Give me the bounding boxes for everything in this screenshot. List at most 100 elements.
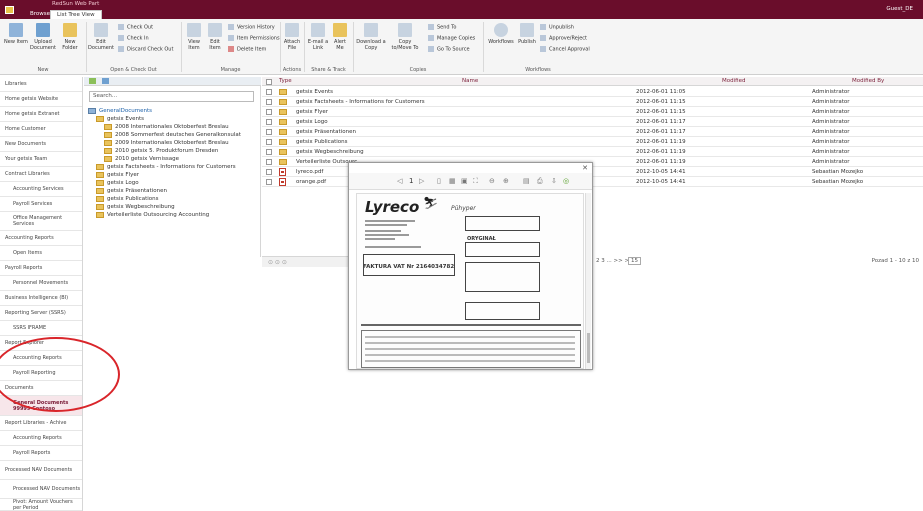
filter-icon[interactable] xyxy=(102,78,109,84)
approve-reject-button[interactable]: Approve/Reject xyxy=(540,35,587,42)
delete-item-button[interactable]: Delete Item xyxy=(228,46,266,53)
nav-libraries[interactable]: Libraries xyxy=(0,77,82,92)
check-in-button[interactable]: Check In xyxy=(118,35,149,42)
tree-node-root[interactable]: GeneralDocuments xyxy=(88,107,152,115)
edit-document-button[interactable]: Edit Document xyxy=(88,23,114,51)
tree-node[interactable]: 2010 getsix Vernissage xyxy=(104,155,179,163)
publish-button[interactable]: Publish xyxy=(517,23,537,45)
version-history-button[interactable]: Version History xyxy=(228,24,275,31)
go-to-source-button[interactable]: Go To Source xyxy=(428,46,470,53)
nav-your-team[interactable]: Your getsix Team xyxy=(0,152,82,167)
attach-file-button[interactable]: Attach File xyxy=(283,23,301,51)
edit-item-button[interactable]: Edit Item xyxy=(205,23,225,51)
table-row[interactable]: getsix Wegbeschreibung 2012-06-01 11:19 Ad… xyxy=(262,147,923,157)
row-checkbox[interactable] xyxy=(266,139,272,145)
send-to-button[interactable]: Send To xyxy=(428,24,456,31)
nav-home-website[interactable]: Home getsix Website xyxy=(0,92,82,107)
nav-archive-payroll-reports[interactable]: Payroll Reports xyxy=(0,446,82,461)
manage-copies-button[interactable]: Manage Copies xyxy=(428,35,475,42)
nav-accounting-reports[interactable]: Accounting Reports xyxy=(0,231,82,246)
single-page-icon[interactable]: ▯ xyxy=(437,173,441,190)
alert-me-button[interactable]: Alert Me xyxy=(331,23,349,51)
print-icon[interactable]: ⎙ xyxy=(537,173,543,190)
zoom-out-icon[interactable]: ⊖ xyxy=(489,173,495,190)
column-modified-by[interactable]: Modified By xyxy=(852,78,884,84)
email-link-button[interactable]: E-mail a Link xyxy=(307,23,329,51)
refresh-icon[interactable] xyxy=(89,78,96,84)
column-name[interactable]: Name xyxy=(462,78,478,84)
fit-page-icon[interactable]: ▣ xyxy=(461,173,468,190)
workflows-button[interactable]: Workflows xyxy=(487,23,515,45)
table-row[interactable]: getsix Präsentationen 2012-06-01 11:17 Adm… xyxy=(262,127,923,137)
table-row[interactable]: getsix Flyer 2012-06-01 11:15 Administrato… xyxy=(262,107,923,117)
nav-report-explorer[interactable]: Report Explorer xyxy=(0,336,82,351)
row-name[interactable]: getsix Präsentationen xyxy=(296,127,356,137)
row-checkbox[interactable] xyxy=(266,179,272,185)
nav-home-customer[interactable]: Home Customer xyxy=(0,122,82,137)
row-name[interactable]: getsix Flyer xyxy=(296,107,328,117)
scroll-thumb[interactable] xyxy=(587,333,590,363)
nav-payroll-reports[interactable]: Payroll Reports xyxy=(0,261,82,276)
nav-payroll-reporting[interactable]: Payroll Reporting xyxy=(0,366,82,381)
nav-open-items[interactable]: Open Items xyxy=(0,246,82,261)
page-size-select[interactable]: 15 xyxy=(628,257,641,265)
site-logo-icon[interactable] xyxy=(5,6,14,14)
nav-new-documents[interactable]: New Documents xyxy=(0,137,82,152)
unpublish-button[interactable]: Unpublish xyxy=(540,24,574,31)
fullscreen-icon[interactable]: ⛶ xyxy=(473,173,478,190)
nav-processed-nav[interactable]: Processed NAV Documents xyxy=(0,461,82,480)
nav-personnel-movements[interactable]: Personnel Movements xyxy=(0,276,82,291)
nav-accounting-services[interactable]: Accounting Services xyxy=(0,182,82,197)
tree-node[interactable]: 2008 Sommerfest deutsches Generalkonsula… xyxy=(104,131,241,139)
row-name[interactable]: getsix Wegbeschreibung xyxy=(296,147,364,157)
nav-processed-nav-docs[interactable]: Processed NAV Documents xyxy=(0,480,82,499)
nav-ssrs-iframe[interactable]: SSRS IFRAME xyxy=(0,321,82,336)
nav-office-management[interactable]: Office Management Services xyxy=(0,212,82,231)
cancel-approval-button[interactable]: Cancel Approval xyxy=(540,46,590,53)
download-icon[interactable]: ⇩ xyxy=(551,173,557,190)
nav-explorer-accounting-reports[interactable]: Accounting Reports xyxy=(0,351,82,366)
copy-move-button[interactable]: Copy to/Move To xyxy=(388,23,422,51)
check-out-button[interactable]: Check Out xyxy=(118,24,153,31)
tab-list-tree-view[interactable]: List Tree View xyxy=(50,10,102,19)
nav-documents[interactable]: Documents xyxy=(0,381,82,396)
nav-contract-libraries[interactable]: Contract Libraries xyxy=(0,167,82,182)
nav-pivot-amount[interactable]: Pivot: Amount Vouchers per Period xyxy=(0,499,82,511)
tree-node[interactable]: getsix Publications xyxy=(96,195,158,203)
row-name[interactable]: orange.pdf xyxy=(296,177,326,187)
tree-node[interactable]: getsix Flyer xyxy=(96,171,139,179)
new-item-button[interactable]: New Item xyxy=(4,23,28,45)
row-checkbox[interactable] xyxy=(266,99,272,105)
tree-node[interactable]: 2009 Internationales Oktoberfest Breslau xyxy=(104,139,229,147)
row-checkbox[interactable] xyxy=(266,109,272,115)
column-type[interactable]: Type xyxy=(279,78,292,84)
row-name[interactable]: getsix Logo xyxy=(296,117,328,127)
row-checkbox[interactable] xyxy=(266,159,272,165)
tree-search-input[interactable]: Search... xyxy=(89,91,254,102)
close-icon[interactable]: ✕ xyxy=(582,164,588,172)
zoom-in-icon[interactable]: ⊕ xyxy=(503,173,509,190)
nav-archive-accounting-reports[interactable]: Accounting Reports xyxy=(0,431,82,446)
download-copy-button[interactable]: Download a Copy xyxy=(356,23,386,51)
tree-node[interactable]: 2008 Internationales Oktoberfest Breslau xyxy=(104,123,229,131)
tree-node[interactable]: getsix Wegbeschreibung xyxy=(96,203,175,211)
item-permissions-button[interactable]: Item Permissions xyxy=(228,35,280,42)
settings-icon[interactable]: ◎ xyxy=(563,173,569,190)
new-folder-button[interactable]: New Folder xyxy=(58,23,82,51)
nav-reporting-server[interactable]: Reporting Server (SSRS) xyxy=(0,306,82,321)
row-checkbox[interactable] xyxy=(266,89,272,95)
table-row[interactable]: getsix Factsheets - Informations for Cus… xyxy=(262,97,923,107)
nav-home-extranet[interactable]: Home getsix Extranet xyxy=(0,107,82,122)
table-row[interactable]: getsix Events 2012-06-01 11:05 Administrat… xyxy=(262,87,923,97)
row-name[interactable]: getsix Events xyxy=(296,87,333,97)
tree-node[interactable]: 2010 getsix 5. Produktforum Dresden xyxy=(104,147,218,155)
page-number[interactable]: 1 xyxy=(409,173,413,190)
save-icon[interactable]: ▤ xyxy=(523,173,530,190)
preview-scrollbar[interactable] xyxy=(585,193,591,369)
tree-node[interactable]: Verteilerliste Outsourcing Accounting xyxy=(96,211,209,219)
row-name[interactable]: getsix Publications xyxy=(296,137,347,147)
user-menu[interactable]: Guest_DE xyxy=(886,6,913,12)
nav-report-libraries-archive[interactable]: Report Libraries - Achive xyxy=(0,416,82,431)
pager-pages[interactable]: 2 3 ... >> >| xyxy=(596,258,631,264)
tree-node[interactable]: getsix Factsheets - Informations for Cus… xyxy=(96,163,236,171)
